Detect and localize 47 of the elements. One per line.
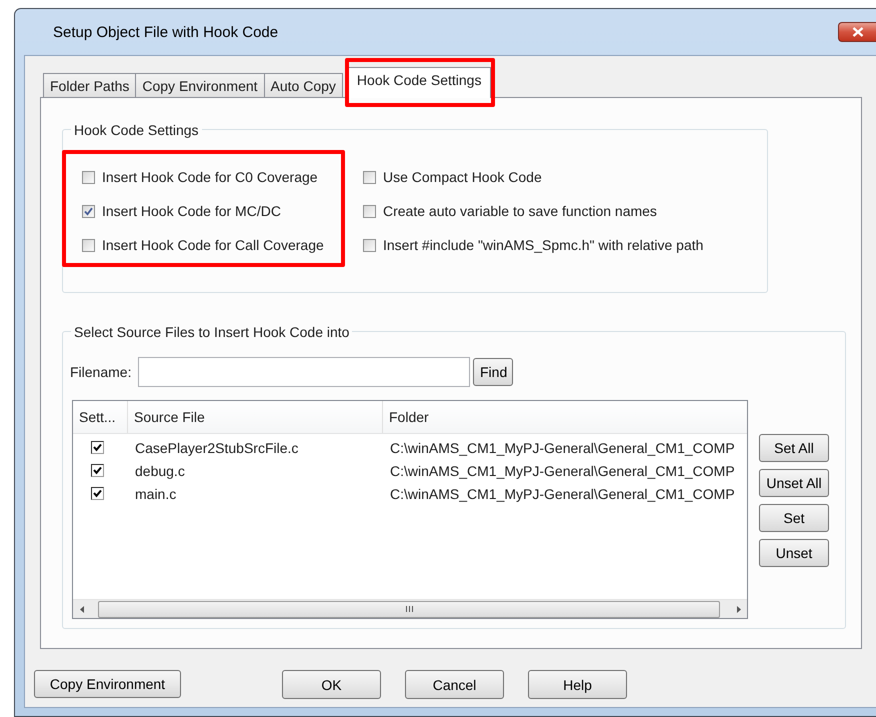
close-button[interactable]: [838, 22, 876, 42]
tab[interactable]: Hook Code Settings: [348, 67, 492, 98]
checkbox[interactable]: [82, 170, 95, 184]
scrollbar[interactable]: [73, 599, 747, 618]
grip-icon: [406, 606, 412, 612]
scroll-thumb[interactable]: [98, 600, 720, 618]
table-cell-text: C:\winAMS_CM1_MyPJ-General\General_CM1_COMP: [389, 462, 735, 478]
checkbox[interactable]: [363, 204, 376, 218]
checkbox-label[interactable]: Insert Hook Code for Call Coverage: [102, 237, 324, 253]
find-button[interactable]: Find: [473, 358, 513, 386]
checkbox[interactable]: [91, 441, 104, 454]
button[interactable]: OK: [282, 670, 381, 699]
checkbox[interactable]: [91, 464, 104, 477]
checkbox-label[interactable]: Insert Hook Code for C0 Coverage: [102, 169, 318, 185]
copy-environment-button[interactable]: Copy Environment: [34, 670, 181, 698]
tab[interactable]: Folder Paths: [43, 73, 136, 97]
right-arrow-icon[interactable]: [736, 606, 740, 612]
table-cell-text: debug.c: [134, 462, 186, 478]
window-title: Setup Object File with Hook Code: [53, 24, 278, 41]
button[interactable]: Unset All: [759, 469, 829, 497]
table-cell-text: main.c: [134, 486, 178, 502]
left-arrow-icon[interactable]: [80, 606, 84, 612]
checkbox-label[interactable]: Use Compact Hook Code: [383, 169, 542, 185]
button[interactable]: Cancel: [405, 670, 504, 699]
checkbox[interactable]: [91, 487, 104, 500]
column-header[interactable]: Source File: [128, 401, 383, 433]
column-header[interactable]: Sett...: [73, 401, 128, 433]
checkbox-label[interactable]: Insert Hook Code for MC/DC: [102, 203, 281, 219]
button[interactable]: Set All: [759, 434, 829, 462]
button[interactable]: Unset: [759, 539, 829, 567]
filename-field[interactable]: [138, 357, 470, 387]
checkbox-label[interactable]: Insert #include "winAMS_Spmc.h" with relative path: [383, 237, 704, 253]
column-header[interactable]: Folder: [383, 401, 747, 433]
tab[interactable]: Auto Copy: [264, 73, 343, 97]
button[interactable]: Set: [759, 504, 829, 532]
close-icon: [852, 27, 864, 37]
checkbox[interactable]: [82, 238, 95, 252]
checkbox[interactable]: [363, 170, 376, 184]
checkbox[interactable]: [82, 204, 95, 218]
checkbox-label[interactable]: Create auto variable to save function names: [383, 203, 657, 219]
tab[interactable]: Copy Environment: [135, 73, 265, 97]
button[interactable]: Help: [528, 670, 627, 699]
table-cell-text: C:\winAMS_CM1_MyPJ-General\General_CM1_COMP: [389, 440, 735, 456]
table-cell-text: CasePlayer2StubSrcFile.c: [134, 440, 300, 456]
field-label: Filename:: [70, 364, 132, 380]
table-cell-text: C:\winAMS_CM1_MyPJ-General\General_CM1_COMP: [389, 486, 735, 502]
checkbox[interactable]: [363, 238, 376, 252]
